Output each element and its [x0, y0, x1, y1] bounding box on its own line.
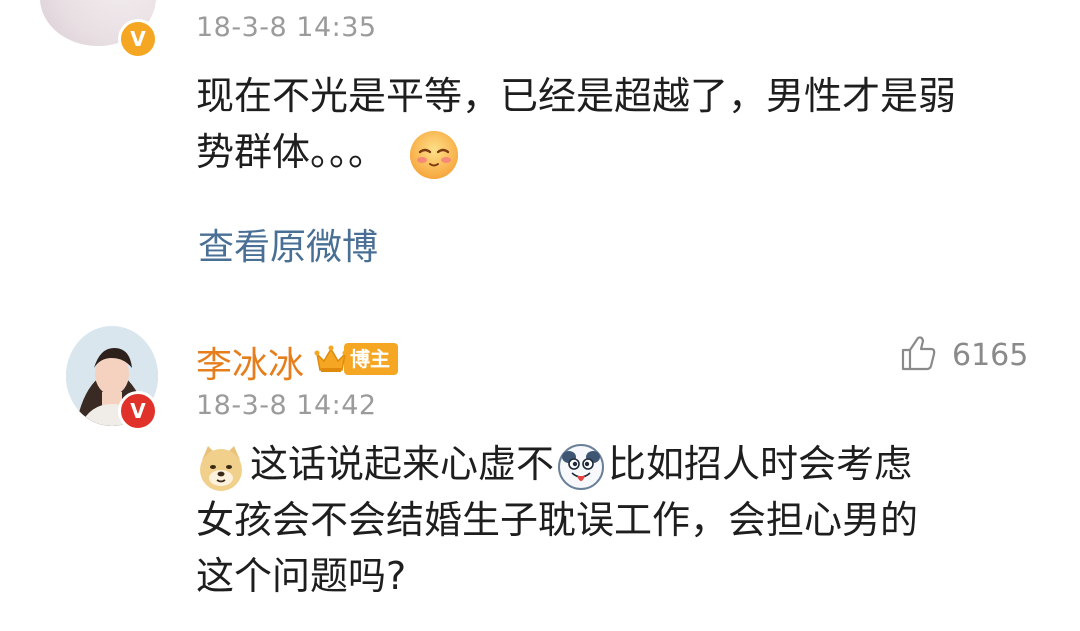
verified-badge-icon: V: [118, 391, 158, 431]
shy-face-icon: [408, 129, 460, 181]
crown-icon: [314, 342, 348, 376]
comment-text-line: 现在不光是平等，已经是超越了，男性才是弱: [196, 74, 957, 118]
view-original-link[interactable]: 查看原微博: [198, 218, 378, 270]
doge-face-icon: [196, 442, 246, 492]
comment-text-line: 势群体。。。: [196, 130, 387, 174]
tongue-face-icon: [556, 442, 606, 492]
blogger-badge: 博主: [314, 340, 398, 378]
comment-text-line: 这个问题吗?: [196, 554, 407, 598]
comment-text: 这话说起来心虚不 比如招人时会考虑 女孩会不会结婚生子耽误工作，会担心男的 这个…: [196, 436, 1026, 604]
blogger-badge-label: 博主: [344, 343, 398, 375]
comment-text: 现在不光是平等，已经是超越了，男性才是弱 势群体。。。: [196, 68, 1056, 181]
comment-text-segment: 这话说起来心虚不: [250, 442, 555, 486]
comment-text-line: 女孩会不会结婚生子耽误工作，会担心男的: [196, 498, 919, 542]
username[interactable]: 李冰冰: [196, 336, 304, 388]
thumbs-up-icon: [898, 333, 938, 377]
verified-badge-icon: V: [118, 19, 158, 59]
comment-text-segment: 比如招人时会考虑: [608, 442, 913, 486]
comment-timestamp: 18-3-8 14:35: [196, 12, 377, 43]
like-count: 6165: [952, 337, 1029, 373]
like-button[interactable]: 6165: [898, 333, 1028, 377]
comment-timestamp: 18-3-8 14:42: [196, 390, 377, 421]
